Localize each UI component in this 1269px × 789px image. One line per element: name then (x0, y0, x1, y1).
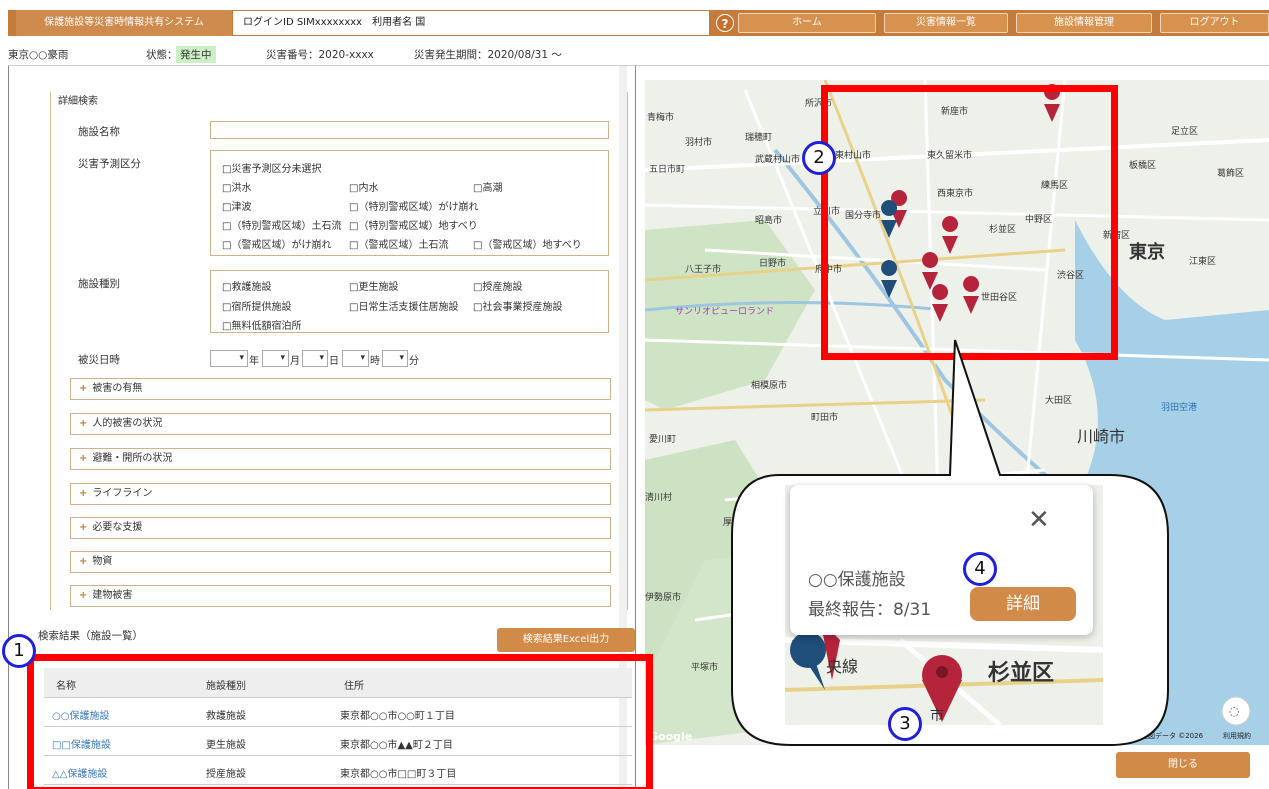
facility-type-checkbox-social-workshop[interactable]: □社会事業授産施設 (473, 298, 562, 313)
forecast-checkbox-special-cliff[interactable]: □（特別警戒区域）がけ崩れ (349, 198, 478, 213)
facility-type-checkbox-workshop[interactable]: □授産施設 (473, 278, 522, 293)
place-label: 瑞穂町 (745, 131, 772, 143)
callout-number-3: 3 (888, 707, 922, 741)
map-data-attribution: 地図データ ©2026 (1141, 731, 1204, 740)
place-label: 日野市 (759, 257, 786, 269)
login-info: ログインID SIMxxxxxxxx 利用者名 国 (232, 10, 710, 36)
place-label: 伊勢原市 (645, 591, 681, 603)
forecast-checkbox-tsunami[interactable]: □津波 (222, 198, 251, 213)
place-label: 川崎市 (1077, 427, 1125, 446)
place-label: 平塚市 (691, 661, 718, 673)
place-label: 大田区 (1045, 394, 1072, 406)
place-label: 昭島市 (755, 214, 782, 226)
facility-name-input[interactable] (210, 121, 609, 139)
forecast-label: 災害予測区分 (78, 158, 141, 170)
accordion-lifeline[interactable]: + ライフライン (70, 483, 611, 505)
detail-search-title: 詳細検索 (58, 96, 98, 107)
nav-disaster-list-button[interactable]: 災害情報一覧 (884, 13, 1008, 33)
place-label: 羽村市 (685, 136, 712, 148)
minute-select[interactable]: ▾ (382, 350, 408, 367)
top-header: 保護施設等災害時情報共有システム ログインID SIMxxxxxxxx 利用者名… (8, 10, 1269, 36)
nav-facility-management-button[interactable]: 施設情報管理 (1016, 13, 1152, 33)
callout-number-4: 4 (963, 552, 997, 586)
forecast-checkbox-warning-cliff[interactable]: □（警戒区域）がけ崩れ (222, 236, 331, 251)
nav-home-button[interactable]: ホーム (738, 13, 876, 33)
place-label: 町田市 (811, 411, 838, 423)
accordion-support[interactable]: + 必要な支援 (70, 517, 611, 539)
minute-unit: 分 (409, 356, 419, 367)
place-label: 厚木市 (723, 516, 750, 528)
accordion-building[interactable]: + 建物被害 (70, 585, 611, 607)
place-label: 青梅市 (647, 111, 674, 123)
help-icon[interactable]: ? (716, 14, 734, 32)
year-select[interactable]: ▾ (210, 350, 248, 367)
place-label: 五日市町 (649, 163, 685, 175)
nav-logout-button[interactable]: ログアウト (1160, 13, 1269, 33)
callout-number-1: 1 (2, 634, 36, 668)
popup-last-report: 最終報告：8/31 (808, 600, 932, 620)
place-label: 板橋区 (1129, 159, 1156, 171)
date-label: 被災日時 (78, 354, 120, 366)
place-label: 江東区 (1189, 255, 1216, 267)
accordion-damage[interactable]: + 被害の有無 (70, 378, 611, 400)
accordion-supplies[interactable]: + 物資 (70, 551, 611, 573)
popup-facility-name: ○○保護施設 (808, 570, 906, 590)
accordion-human-damage[interactable]: + 人的被害の状況 (70, 413, 611, 435)
highlight-results (27, 654, 653, 789)
facility-type-checkbox-daily-life[interactable]: □日常生活支援住居施設 (349, 298, 458, 313)
forecast-checkbox-special-debris[interactable]: □（特別警戒区域）土石流 (222, 217, 341, 232)
excel-export-button[interactable]: 検索結果Excel出力 (497, 628, 635, 652)
place-label: 八王子市 (685, 263, 721, 275)
place-label: 相模原市 (751, 379, 787, 391)
place-label: 足立区 (1171, 125, 1198, 137)
highlight-map-pins (821, 85, 1118, 360)
place-label: 東京 (1129, 241, 1165, 263)
hour-unit: 時 (370, 356, 380, 367)
app-title: 保護施設等災害時情報共有システム (16, 10, 232, 36)
hour-select[interactable]: ▾ (342, 350, 369, 367)
day-unit: 日 (329, 356, 339, 367)
state-label: 状態： (146, 49, 178, 61)
svg-text:◌: ◌ (1229, 704, 1239, 718)
close-button[interactable]: 閉じる (1116, 752, 1250, 778)
accordion-evacuation[interactable]: + 避難・開所の状況 (70, 448, 611, 470)
state-badge: 発生中 (176, 46, 216, 63)
place-label: サンリオピューロランド (675, 306, 774, 317)
place-label: 愛川町 (649, 433, 676, 445)
disaster-name: 東京○○豪雨 (8, 49, 69, 61)
place-label: 武蔵村山市 (755, 153, 800, 165)
facility-type-checkbox-free-lodging[interactable]: □無料低額宿泊所 (222, 317, 301, 332)
facility-type-checkbox-lodging[interactable]: □宿所提供施設 (222, 298, 291, 313)
popup-close-icon[interactable]: ✕ (1028, 505, 1050, 535)
facility-type-checkbox-relief[interactable]: □救護施設 (222, 278, 271, 293)
disaster-period: 災害発生期間：2020/08/31 ～ (414, 49, 562, 61)
disaster-number: 災害番号：2020-xxxx (266, 49, 374, 61)
forecast-checkbox-warning-debris[interactable]: □（警戒区域）土石流 (349, 236, 448, 251)
disaster-status-bar: 東京○○豪雨 状態： 発生中 災害番号：2020-xxxx 災害発生期間：202… (8, 42, 1269, 66)
callout-number-2: 2 (802, 141, 836, 175)
day-select[interactable]: ▾ (302, 350, 328, 367)
popup-detail-button[interactable]: 詳細 (970, 587, 1076, 621)
forecast-checkbox-storm-surge[interactable]: □高潮 (473, 179, 502, 194)
forecast-checkbox-inland[interactable]: □内水 (349, 179, 378, 194)
facility-name-label: 施設名称 (78, 126, 120, 138)
month-unit: 月 (290, 356, 300, 367)
forecast-checkbox-none[interactable]: □災害予測区分未選択 (222, 160, 321, 175)
facility-type-checkbox-rehab[interactable]: □更生施設 (349, 278, 398, 293)
forecast-checkbox-special-landslide[interactable]: □（特別警戒区域）地すべり (349, 217, 478, 232)
forecast-checkbox-warning-landslide[interactable]: □（警戒区域）地すべり (473, 236, 582, 251)
google-attribution: Google (649, 730, 692, 743)
place-label: 葛飾区 (1217, 167, 1244, 179)
results-title: 検索結果（施設一覧） (38, 630, 143, 642)
facility-type-label: 施設種別 (78, 278, 120, 290)
map-terms-link: 利用規約 (1223, 731, 1251, 740)
year-unit: 年 (249, 356, 259, 367)
page: 保護施設等災害時情報共有システム ログインID SIMxxxxxxxx 利用者名… (0, 0, 1269, 789)
forecast-checkbox-flood[interactable]: □洪水 (222, 179, 251, 194)
month-select[interactable]: ▾ (262, 350, 289, 367)
place-label: 羽田空港 (1161, 401, 1197, 413)
facility-info-popup: ✕ ○○保護施設 最終報告：8/31 詳細 (790, 485, 1093, 635)
place-label: 清川村 (645, 491, 672, 503)
